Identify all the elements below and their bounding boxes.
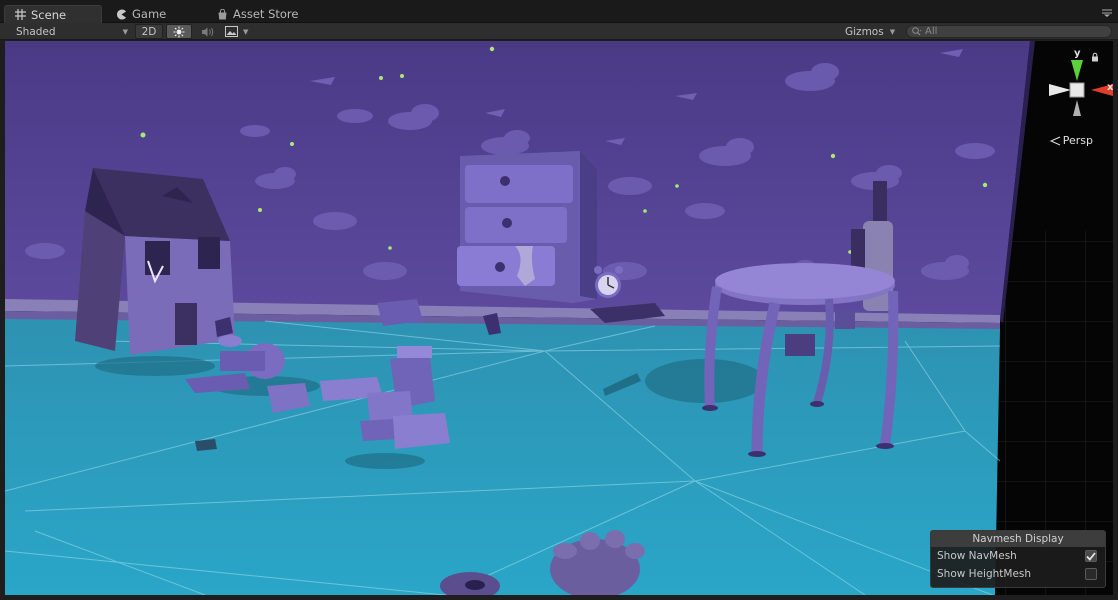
search-icon — [912, 27, 922, 36]
tab-asset-store-label: Asset Store — [233, 7, 299, 21]
gizmos-label: Gizmos — [845, 25, 884, 38]
projection-toggle[interactable]: Persp — [1049, 134, 1093, 147]
show-navmesh-checkbox[interactable] — [1085, 550, 1097, 562]
axis-x-label: x — [1107, 82, 1113, 93]
image-effects-icon — [225, 26, 238, 37]
tab-scene-label: Scene — [31, 7, 67, 22]
projection-label: Persp — [1062, 134, 1093, 147]
scene-toolbar: Shaded ▼ 2D ▼ Gizmos ▼ — [0, 23, 1118, 40]
scene-grid-icon — [15, 9, 26, 20]
checkmark-icon — [1086, 551, 1096, 561]
tab-asset-store[interactable]: Asset Store — [207, 5, 317, 23]
scene-viewport[interactable]: y x Persp — [5, 41, 1113, 595]
axis-y-label: y — [1074, 48, 1081, 59]
show-heightmesh-label: Show HeightMesh — [937, 568, 1032, 580]
navmesh-display-panel: Navmesh Display Show NavMesh Show Height… — [930, 530, 1106, 588]
navmesh-panel-title: Navmesh Display — [931, 531, 1105, 547]
search-input[interactable] — [925, 26, 1095, 37]
chevron-down-icon: ▼ — [889, 27, 896, 36]
tab-scene[interactable]: Scene — [4, 5, 102, 23]
tab-game-label: Game — [132, 7, 167, 21]
chevron-down-icon: ▼ — [243, 27, 249, 36]
axis-gizmo-icon — [1049, 60, 1113, 116]
show-navmesh-label: Show NavMesh — [937, 550, 1017, 562]
scene-audio-button[interactable] — [196, 24, 220, 39]
toggle-2d-button[interactable]: 2D — [135, 24, 163, 39]
chest-of-drawers — [457, 151, 597, 303]
speaker-icon — [202, 27, 214, 36]
scene-search-field[interactable] — [906, 25, 1112, 38]
scene-effects-dropdown[interactable]: ▼ — [222, 24, 256, 39]
chevron-down-icon: ▼ — [122, 27, 128, 36]
show-navmesh-row[interactable]: Show NavMesh — [931, 547, 1105, 565]
shading-mode-dropdown[interactable]: Shaded ▼ — [6, 24, 132, 39]
tab-game[interactable]: Game — [106, 5, 206, 23]
store-bag-icon — [218, 8, 227, 19]
perspective-icon — [1049, 136, 1060, 145]
toggle-2d-label: 2D — [141, 25, 157, 38]
shading-mode-label: Shaded — [16, 25, 56, 38]
editor-tab-bar: Scene Game Asset Store — [0, 0, 1118, 23]
sun-icon — [173, 26, 185, 37]
lock-icon[interactable] — [1091, 52, 1099, 62]
scene-render — [5, 41, 1113, 595]
show-heightmesh-checkbox[interactable] — [1085, 568, 1097, 580]
game-pacman-icon — [117, 9, 126, 19]
tab-menu-icon[interactable] — [1102, 9, 1112, 17]
scene-lighting-button[interactable] — [166, 24, 192, 39]
show-heightmesh-row[interactable]: Show HeightMesh — [931, 565, 1105, 583]
gizmos-dropdown[interactable]: Gizmos ▼ — [845, 24, 899, 39]
